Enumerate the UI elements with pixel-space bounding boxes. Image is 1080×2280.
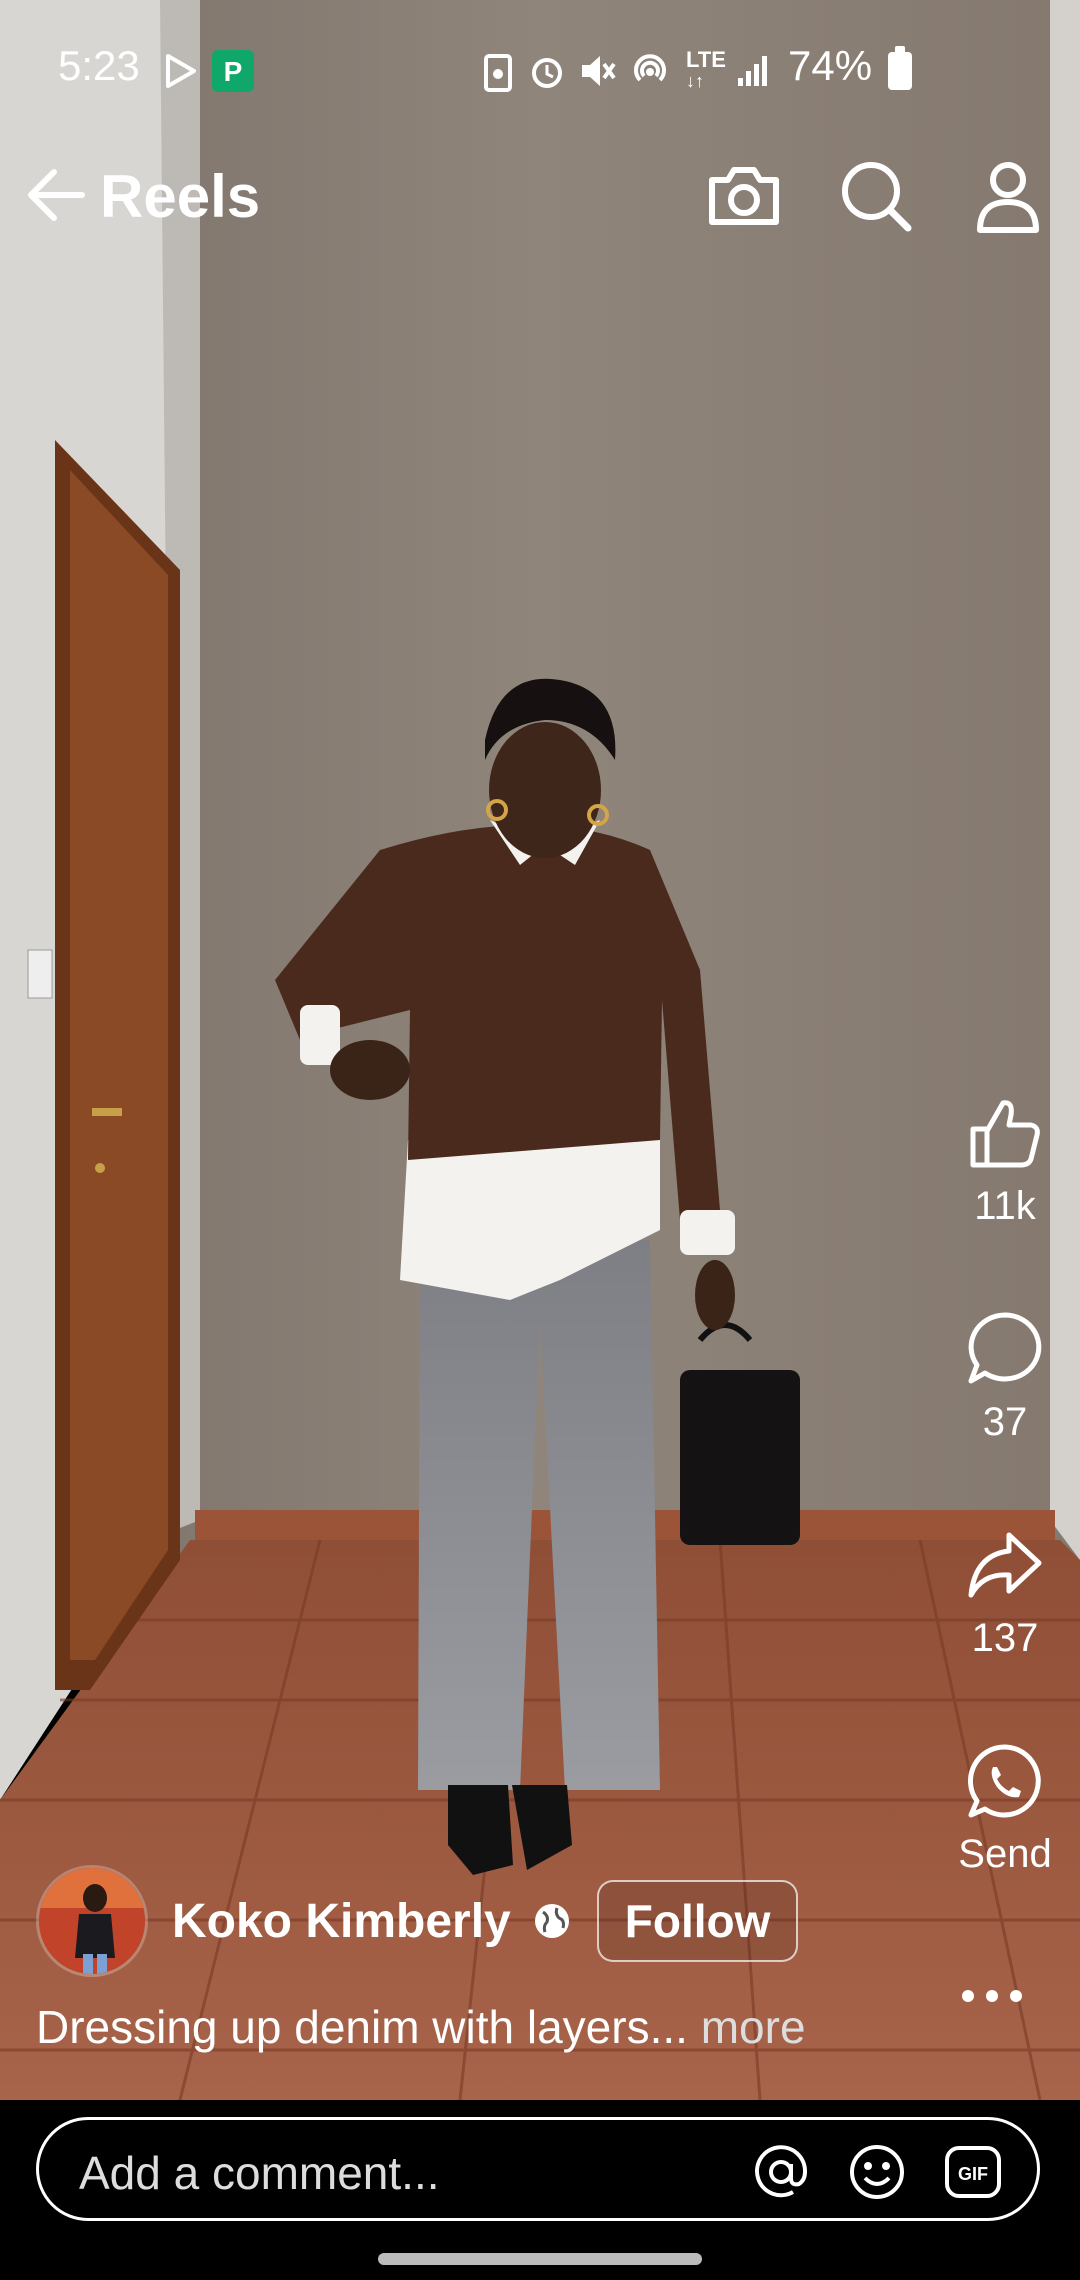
- comment-action: 37: [950, 1304, 1060, 1445]
- mute-icon: [582, 56, 616, 86]
- lte-icon: LTE ↓↑: [686, 47, 726, 92]
- comment-input[interactable]: Add a comment... GIF: [36, 2117, 1040, 2221]
- comment-count: 37: [982, 1400, 1028, 1444]
- send-action: Send: [950, 1736, 1060, 1877]
- reels-screen: 5:23 P LTE ↓↑ 74% Reels 11k 37 137 Send …: [0, 0, 1080, 2280]
- page-title: Reels: [100, 163, 261, 230]
- send-button[interactable]: [950, 1736, 1060, 1826]
- profile-icon[interactable]: [968, 156, 1048, 236]
- comment-button[interactable]: [950, 1304, 1060, 1394]
- battery-percent: 74%: [788, 42, 873, 89]
- like-action: 11k: [950, 1088, 1060, 1229]
- like-count: 11k: [974, 1184, 1036, 1228]
- hotspot-icon: [634, 54, 666, 82]
- emoji-icon[interactable]: [847, 2142, 907, 2202]
- like-button[interactable]: [950, 1088, 1060, 1178]
- thumbs-up-icon: [970, 1100, 1040, 1168]
- back-arrow-icon[interactable]: [22, 160, 92, 230]
- avatar[interactable]: [36, 1865, 148, 1977]
- svg-text:P: P: [224, 56, 243, 87]
- send-label: Send: [958, 1832, 1052, 1876]
- battery-icon: [888, 46, 912, 90]
- share-action: 137: [950, 1520, 1060, 1661]
- search-icon[interactable]: [836, 156, 916, 236]
- paytm-app-icon: P: [212, 50, 254, 92]
- follow-button[interactable]: Follow: [596, 1880, 799, 1962]
- recycle-icon: [484, 54, 512, 92]
- mention-icon[interactable]: [751, 2142, 811, 2202]
- avatar-image: [39, 1868, 145, 1974]
- caption[interactable]: Dressing up denim with layers... more: [36, 2000, 806, 2054]
- globe-icon: [534, 1904, 569, 1938]
- comment-placeholder: Add a comment...: [79, 2147, 440, 2199]
- video-frame: [0, 0, 1080, 2100]
- reel-video[interactable]: [0, 0, 1080, 2100]
- header: Reels: [0, 150, 1080, 240]
- signal-icon: [738, 56, 767, 86]
- play-store-icon: [166, 54, 196, 88]
- whatsapp-icon: [968, 1744, 1041, 1818]
- svg-text:GIF: GIF: [958, 2164, 988, 2184]
- home-indicator[interactable]: [378, 2253, 702, 2265]
- caption-text: Dressing up denim with layers...: [36, 2001, 688, 2053]
- share-arrow-icon: [968, 1532, 1042, 1598]
- status-bar: 5:23 P LTE ↓↑ 74%: [0, 0, 1080, 140]
- author-row: Koko Kimberly Follow: [36, 1865, 799, 1977]
- author-name[interactable]: Koko Kimberly: [172, 1894, 511, 1949]
- more-options-icon[interactable]: [952, 1978, 1032, 2014]
- camera-icon[interactable]: [704, 156, 784, 236]
- caption-more-link[interactable]: more: [701, 2001, 806, 2053]
- alarm-icon: [532, 58, 562, 88]
- comment-bubble-icon: [968, 1312, 1042, 1384]
- share-button[interactable]: [950, 1520, 1060, 1610]
- gif-icon[interactable]: GIF: [943, 2142, 1003, 2202]
- status-time: 5:23: [58, 42, 140, 89]
- share-count: 137: [971, 1616, 1039, 1660]
